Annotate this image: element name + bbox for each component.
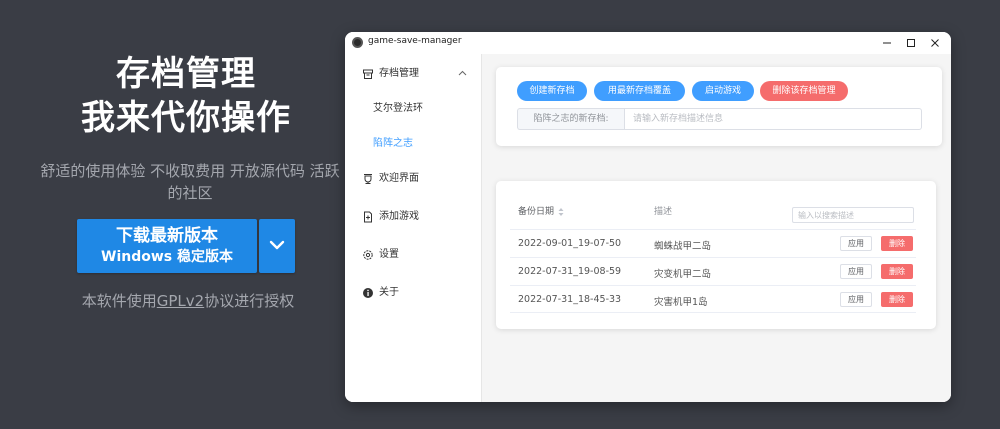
delete-button[interactable]: 删除 (881, 236, 913, 251)
hero-subtitle: 舒适的使用体验 不收取费用 开放源代码 活跃的社区 (40, 162, 340, 202)
column-header-date[interactable]: 备份日期 (518, 206, 564, 218)
info-icon (363, 288, 373, 298)
chevron-down-icon (269, 240, 285, 250)
app-window: game-save-manager 存档管理 艾尔登法环 陷阵之志 欢迎界面 添… (345, 32, 951, 402)
welcome-icon (364, 174, 372, 184)
new-save-label: 陷阵之志的新存档: (517, 108, 624, 130)
backup-date: 2022-07-31_18-45-33 (518, 294, 622, 305)
close-icon (931, 39, 939, 47)
create-save-button[interactable]: 创建新存档 (517, 81, 587, 101)
delete-game-button[interactable]: 删除该存档管理 (760, 81, 848, 101)
sidebar-item-label: 关于 (379, 287, 399, 298)
apply-button[interactable]: 应用 (840, 264, 872, 279)
backup-date: 2022-07-31_19-08-59 (518, 266, 622, 277)
table-row: 2022-07-31_18-45-33 灾害机甲1岛 应用 删除 (510, 285, 916, 313)
license-prefix: 本软件使用 (81, 292, 157, 310)
table-row: 2022-07-31_19-08-59 灾变机甲二岛 应用 删除 (510, 257, 916, 285)
sidebar-item-settings[interactable]: 设置 (345, 240, 481, 270)
hero-section: 存档管理 我来代你操作 舒适的使用体验 不收取费用 开放源代码 活跃的社区 下载… (0, 0, 372, 429)
backups-table-card: 备份日期 描述 2022-09-01_19-07-50 蜘蛛战甲二岛 应用 删除… (496, 181, 936, 329)
backup-description: 蜘蛛战甲二岛 (654, 241, 712, 252)
hero-title-line-1: 存档管理 (116, 54, 256, 94)
sidebar: 存档管理 艾尔登法环 陷阵之志 欢迎界面 添加游戏 设置 关于 (345, 54, 482, 402)
apply-button[interactable]: 应用 (840, 236, 872, 251)
gplv2-link[interactable]: GPLv2 (157, 292, 204, 310)
minimize-icon (883, 42, 891, 44)
backup-date: 2022-09-01_19-07-50 (518, 238, 622, 249)
sidebar-item-label: 陷阵之志 (373, 138, 413, 149)
sidebar-item-into-the-breach[interactable]: 陷阵之志 (345, 129, 481, 159)
license-text: 本软件使用GPLv2协议进行授权 (40, 290, 336, 312)
window-title: game-save-manager (368, 36, 462, 46)
sidebar-item-about[interactable]: 关于 (345, 278, 481, 308)
launch-game-button[interactable]: 启动游戏 (692, 81, 754, 101)
delete-button[interactable]: 删除 (881, 264, 913, 279)
archive-icon (363, 69, 373, 79)
sidebar-group-label: 存档管理 (379, 68, 419, 79)
new-save-description-input[interactable] (624, 108, 922, 130)
hero-title: 存档管理 我来代你操作 (0, 52, 372, 140)
column-header-date-label: 备份日期 (518, 207, 555, 217)
download-options-dropdown[interactable] (259, 219, 295, 273)
sort-icon (558, 207, 564, 216)
app-logo-icon (352, 37, 363, 48)
add-document-icon (364, 211, 372, 223)
sidebar-item-elden-ring[interactable]: 艾尔登法环 (345, 94, 481, 124)
sidebar-item-label: 添加游戏 (379, 211, 419, 222)
sidebar-item-welcome[interactable]: 欢迎界面 (345, 164, 481, 194)
apply-button[interactable]: 应用 (840, 292, 872, 307)
gear-icon (363, 250, 373, 260)
chevron-up-icon (458, 70, 467, 76)
actions-card: 创建新存档 用最新存档覆盖 启动游戏 删除该存档管理 陷阵之志的新存档: (496, 67, 942, 146)
download-button-sublabel: Windows 稳定版本 (101, 249, 233, 265)
table-row: 2022-09-01_19-07-50 蜘蛛战甲二岛 应用 删除 (510, 229, 916, 257)
description-search-input[interactable] (792, 207, 914, 223)
sidebar-item-label: 设置 (379, 249, 399, 260)
sidebar-item-add-game[interactable]: 添加游戏 (345, 202, 481, 232)
download-latest-button[interactable]: 下载最新版本 Windows 稳定版本 (77, 219, 257, 273)
window-titlebar[interactable]: game-save-manager (345, 32, 951, 54)
hero-title-line-2: 我来代你操作 (81, 98, 291, 138)
overwrite-latest-button[interactable]: 用最新存档覆盖 (594, 81, 685, 101)
backup-description: 灾变机甲二岛 (654, 269, 712, 280)
maximize-icon (907, 39, 915, 47)
sidebar-group-save-management[interactable]: 存档管理 (345, 59, 481, 89)
main-content: 创建新存档 用最新存档覆盖 启动游戏 删除该存档管理 陷阵之志的新存档: 备份日… (482, 54, 951, 402)
sidebar-item-label: 欢迎界面 (379, 173, 419, 184)
column-header-description: 描述 (654, 207, 673, 217)
sidebar-item-label: 艾尔登法环 (373, 103, 423, 114)
license-suffix: 协议进行授权 (204, 292, 295, 310)
download-button-label: 下载最新版本 (116, 226, 218, 246)
close-button[interactable] (919, 32, 951, 54)
delete-button[interactable]: 删除 (881, 292, 913, 307)
backup-description: 灾害机甲1岛 (654, 297, 708, 308)
